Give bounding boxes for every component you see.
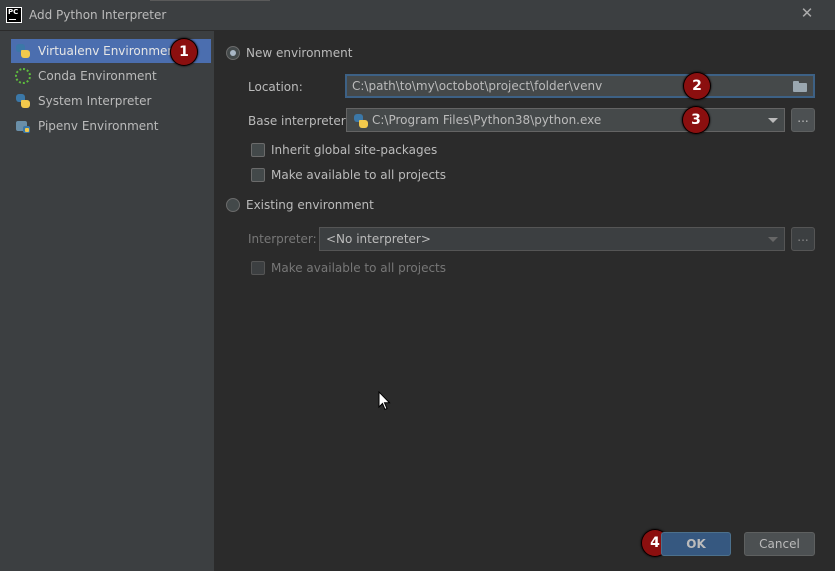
sidebar-item-pipenv[interactable]: Pipenv Environment <box>11 114 211 138</box>
interpreter-browse-button[interactable]: ... <box>791 227 815 251</box>
interpreter-value: <No interpreter> <box>326 232 431 246</box>
location-input[interactable]: C:\path\to\my\octobot\project\folder\ven… <box>345 74 815 98</box>
chevron-down-icon <box>768 237 778 242</box>
annotation-badge-2: 2 <box>683 72 711 100</box>
conda-icon <box>15 68 31 84</box>
base-interpreter-browse-button[interactable]: ... <box>791 108 815 132</box>
interpreter-label: Interpreter: <box>248 232 317 246</box>
python-icon <box>15 93 31 109</box>
base-interpreter-value: C:\Program Files\Python38\python.exe <box>372 113 602 127</box>
existing-make-available-checkbox[interactable] <box>251 261 265 275</box>
sidebar-item-label: Conda Environment <box>38 69 157 83</box>
dialog-title: Add Python Interpreter <box>29 8 167 22</box>
sidebar-item-label: System Interpreter <box>38 94 152 108</box>
sidebar-item-label: Pipenv Environment <box>38 119 159 133</box>
background-divider <box>150 0 270 1</box>
location-value: C:\path\to\my\octobot\project\folder\ven… <box>352 79 603 93</box>
python-icon <box>353 113 369 129</box>
virtualenv-icon <box>15 43 31 59</box>
environment-type-sidebar: Virtualenv Environment Conda Environment… <box>0 31 214 571</box>
annotation-badge-3: 3 <box>682 106 710 134</box>
inherit-site-packages-label: Inherit global site-packages <box>271 143 438 157</box>
title-bar: PC Add Python Interpreter ✕ <box>0 0 835 31</box>
existing-environment-label: Existing environment <box>246 198 374 212</box>
make-available-checkbox[interactable] <box>251 168 265 182</box>
base-interpreter-select[interactable]: C:\Program Files\Python38\python.exe <box>346 108 785 132</box>
annotation-badge-1: 1 <box>170 38 198 66</box>
make-available-label: Make available to all projects <box>271 168 447 182</box>
new-environment-label: New environment <box>246 46 353 60</box>
mouse-cursor-icon <box>378 391 391 411</box>
new-environment-radio[interactable] <box>226 46 240 60</box>
ok-button[interactable]: OK <box>661 532 731 556</box>
location-label: Location: <box>248 80 303 94</box>
app-icon-text: PC <box>8 8 19 16</box>
sidebar-item-label: Virtualenv Environment <box>38 44 180 58</box>
existing-environment-radio[interactable] <box>226 198 240 212</box>
cancel-button[interactable]: Cancel <box>744 532 815 556</box>
folder-icon[interactable] <box>793 81 807 92</box>
sidebar-item-conda[interactable]: Conda Environment <box>11 64 211 88</box>
inherit-site-packages-checkbox[interactable] <box>251 143 265 157</box>
chevron-down-icon <box>768 118 778 123</box>
pipenv-icon <box>15 118 31 134</box>
pycharm-app-icon: PC <box>6 7 22 23</box>
base-interpreter-label: Base interpreter: <box>248 114 350 128</box>
existing-make-available-label: Make available to all projects <box>271 261 447 275</box>
interpreter-select[interactable]: <No interpreter> <box>319 227 785 251</box>
close-icon[interactable]: ✕ <box>799 5 815 21</box>
sidebar-item-system[interactable]: System Interpreter <box>11 89 211 113</box>
